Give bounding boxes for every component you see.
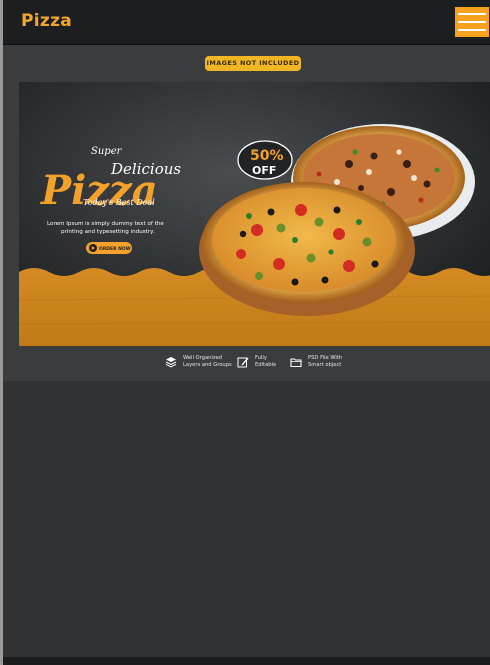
bottom-bar [3, 657, 490, 665]
order-now-button[interactable]: ORDER NOW [86, 242, 132, 254]
banner-artwork: Super Delicious Pizza Today's Best Deal … [19, 82, 490, 346]
discount-badge: 50% OFF [237, 140, 293, 180]
brand-title[interactable]: Pizza [21, 11, 72, 31]
discount-percent: 50% [250, 148, 284, 164]
headline-deal: Today's Best Deal [83, 198, 155, 207]
feature-layers-text: Well Organized Layers and Groups [183, 355, 232, 368]
edit-icon [237, 357, 249, 368]
product-preview: IMAGES NOT INCLUDED Super Delicious Pizz… [3, 45, 490, 381]
banner-description-line1: Lorem Ipsum is simply dummy text of the [47, 221, 164, 227]
top-bar: Pizza [3, 0, 490, 45]
images-not-included-badge: IMAGES NOT INCLUDED [205, 56, 301, 71]
page: Pizza IMAGES NOT INCLUDED Super Deliciou… [0, 0, 490, 665]
layers-icon [165, 357, 177, 368]
content-area [3, 381, 490, 657]
banner-description-line2: printing and typesetting industry. [61, 229, 155, 235]
feature-list: Well Organized Layers and Groups Fully E… [3, 353, 490, 375]
pizza-banner-image: Super Delicious Pizza Today's Best Deal … [19, 82, 490, 346]
feature-editable-text: Fully Editable [255, 355, 277, 368]
order-now-label: ORDER NOW [99, 246, 131, 252]
folder-icon [290, 358, 302, 368]
discount-off: OFF [252, 164, 276, 177]
hamburger-menu-icon[interactable] [455, 7, 489, 37]
feature-psd-text: PSD File With Smart object [308, 355, 343, 368]
headline-super: Super [91, 146, 123, 157]
